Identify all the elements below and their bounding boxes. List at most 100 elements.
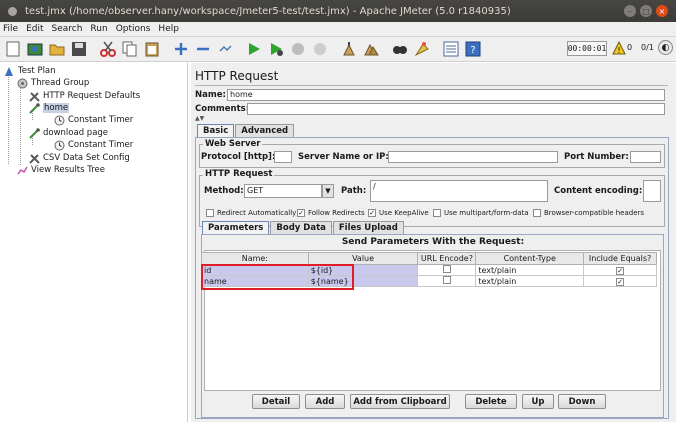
cut-icon[interactable]: [98, 40, 117, 59]
clear-icon[interactable]: [339, 40, 358, 59]
tab-basic[interactable]: Basic: [197, 124, 235, 137]
include-equals-cell[interactable]: ✓: [583, 275, 657, 287]
tree-node-results-tree[interactable]: View Results Tree: [17, 164, 105, 176]
server-field[interactable]: [388, 151, 558, 163]
menu-help[interactable]: Help: [158, 24, 179, 34]
column-header-value[interactable]: Value: [307, 252, 419, 265]
collapse-icon[interactable]: [193, 40, 212, 59]
tree-node-label: Test Plan: [18, 66, 56, 76]
menu-file[interactable]: File: [3, 24, 18, 34]
delete-button[interactable]: Delete: [465, 394, 517, 409]
comments-field[interactable]: [247, 103, 665, 115]
templates-icon[interactable]: [25, 40, 44, 59]
tab-advanced[interactable]: Advanced: [235, 124, 295, 137]
port-field[interactable]: [630, 151, 661, 163]
config-wrench-icon: [29, 91, 40, 102]
method-select[interactable]: GET: [244, 184, 322, 198]
tree-node-http-defaults[interactable]: HTTP Request Defaults: [29, 90, 140, 102]
detail-button[interactable]: Detail: [252, 394, 300, 409]
menu-search[interactable]: Search: [52, 24, 83, 34]
menu-options[interactable]: Options: [116, 24, 151, 34]
search-icon[interactable]: [390, 40, 409, 59]
tree-node-home[interactable]: home: [29, 102, 70, 114]
menubar: File Edit Search Run Options Help: [0, 22, 676, 37]
follow-redirects-checkbox[interactable]: ✓ Follow Redirects: [297, 209, 365, 217]
tree-node-download-timer[interactable]: Constant Timer: [54, 139, 133, 151]
menu-run[interactable]: Run: [90, 24, 107, 34]
include-equals-cell[interactable]: ✓: [583, 264, 657, 276]
toggle-icon[interactable]: [215, 40, 234, 59]
up-button[interactable]: Up: [522, 394, 554, 409]
help-icon[interactable]: ?: [463, 40, 482, 59]
toolbar-separator: [164, 40, 168, 59]
tab-files-upload[interactable]: Files Upload: [332, 221, 404, 234]
start-no-pauses-icon[interactable]: [266, 40, 285, 59]
tree-node-home-timer[interactable]: Constant Timer: [54, 114, 133, 126]
comments-label: Comments:: [195, 104, 250, 114]
content-type-cell[interactable]: text/plain: [475, 275, 585, 287]
test-plan-icon: [4, 66, 15, 77]
content-type-cell[interactable]: text/plain: [475, 264, 585, 276]
method-label: Method:: [204, 186, 244, 196]
url-encode-cell[interactable]: [417, 264, 477, 276]
tree-node-test-plan[interactable]: Test Plan: [4, 65, 56, 77]
toolbar-separator: [383, 40, 387, 59]
tab-parameters[interactable]: Parameters: [202, 221, 270, 234]
column-header-url-encode[interactable]: URL Encode?: [417, 252, 477, 265]
maximize-icon[interactable]: □: [640, 5, 652, 17]
toolbar-separator: [91, 40, 95, 59]
add-button[interactable]: Add: [305, 394, 345, 409]
menu-edit[interactable]: Edit: [26, 24, 43, 34]
function-helper-icon[interactable]: [441, 40, 460, 59]
name-field[interactable]: home: [227, 89, 665, 101]
expand-icon[interactable]: [171, 40, 190, 59]
checkbox-label: Follow Redirects: [308, 209, 365, 217]
warning-icon[interactable]: !: [612, 41, 626, 55]
add-from-clipboard-button[interactable]: Add from Clipboard: [350, 394, 450, 409]
column-header-include-equals[interactable]: Include Equals?: [583, 252, 657, 265]
splitter-arrows-icon[interactable]: ▲▼: [195, 115, 204, 122]
path-field[interactable]: /: [370, 180, 548, 202]
toolbar-separator: [434, 40, 438, 59]
tree-node-csv-config[interactable]: CSV Data Set Config: [29, 152, 130, 164]
elapsed-time: 00:00:01: [567, 41, 607, 56]
stop-icon[interactable]: [288, 40, 307, 59]
checkbox-box: [533, 209, 541, 217]
use-keepalive-checkbox[interactable]: ✓ Use KeepAlive: [368, 209, 429, 217]
copy-icon[interactable]: [120, 40, 139, 59]
tree-node-download-page[interactable]: download page: [29, 127, 108, 139]
tree-node-label: View Results Tree: [31, 165, 105, 175]
save-icon[interactable]: [69, 40, 88, 59]
column-header-name[interactable]: Name:: [201, 252, 309, 265]
paste-icon[interactable]: [142, 40, 161, 59]
minimize-icon[interactable]: –: [624, 5, 636, 17]
new-icon[interactable]: [3, 40, 22, 59]
include-equals-checkbox[interactable]: ✓: [616, 277, 625, 286]
tree-node-thread-group[interactable]: Thread Group: [17, 77, 89, 89]
tree-node-label: HTTP Request Defaults: [43, 91, 141, 101]
chevron-down-icon[interactable]: ▼: [322, 184, 334, 198]
checkbox-label: Use KeepAlive: [379, 209, 429, 217]
browser-headers-checkbox[interactable]: Browser-compatible headers: [533, 209, 644, 217]
open-icon[interactable]: [47, 40, 66, 59]
multipart-checkbox[interactable]: Use multipart/form-data: [433, 209, 529, 217]
url-encode-checkbox[interactable]: [442, 276, 451, 284]
test-plan-tree: Test Plan Thread Group HTTP Request Defa…: [0, 63, 188, 422]
url-encode-cell[interactable]: [417, 275, 477, 287]
shutdown-icon[interactable]: [310, 40, 329, 59]
start-icon[interactable]: [244, 40, 263, 59]
http-request-panel: HTTP Request Name: home Comments: ▲▼ Bas…: [191, 63, 676, 422]
url-encode-checkbox[interactable]: [442, 265, 451, 273]
column-header-content-type[interactable]: Content-Type: [475, 252, 585, 265]
path-label: Path:: [341, 186, 367, 196]
clear-all-icon[interactable]: [361, 40, 380, 59]
window-menu-icon[interactable]: [8, 6, 17, 16]
protocol-field[interactable]: [274, 151, 292, 163]
include-equals-checkbox[interactable]: ✓: [616, 266, 625, 275]
tab-body-data[interactable]: Body Data: [270, 221, 332, 234]
close-icon[interactable]: ×: [656, 5, 668, 17]
redirect-automatically-checkbox[interactable]: Redirect Automatically: [206, 209, 296, 217]
reset-search-icon[interactable]: [412, 40, 431, 59]
down-button[interactable]: Down: [558, 394, 606, 409]
content-encoding-field[interactable]: [643, 180, 661, 202]
